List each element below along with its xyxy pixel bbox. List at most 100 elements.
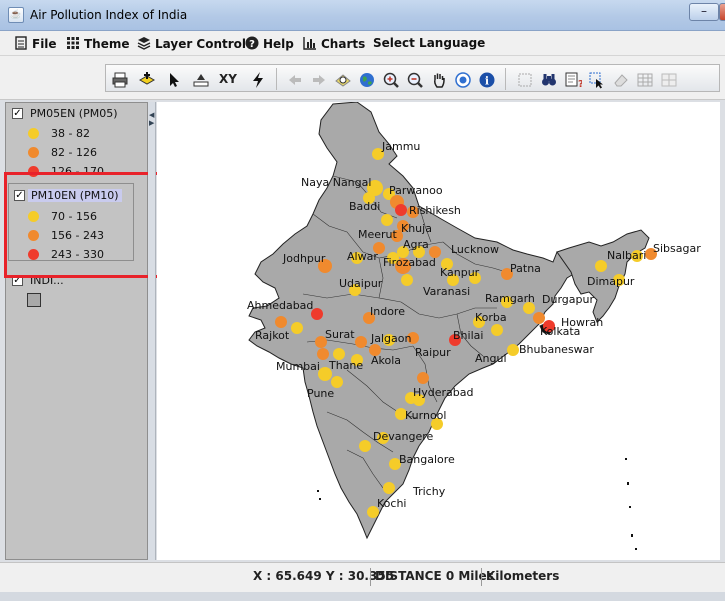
zoom-in-icon <box>383 72 399 88</box>
menu-layer-control[interactable]: Layer Control <box>137 36 246 52</box>
info-icon: i <box>479 72 495 88</box>
window-title: Air Pollution Index of India <box>30 8 188 22</box>
lightning-icon <box>253 72 263 88</box>
zoom-in-button[interactable] <box>380 68 402 90</box>
minimize-button[interactable]: – <box>689 3 719 21</box>
bar-chart-icon <box>303 37 316 50</box>
select-arrow-button[interactable] <box>586 68 608 90</box>
window-bottom-edge <box>0 592 725 601</box>
select-button[interactable] <box>514 68 536 90</box>
city-label: Naya Nangal <box>301 176 371 189</box>
measure-button[interactable] <box>190 68 212 90</box>
india-map[interactable]: Jammu Naya Nangal Parwanoo Baddi Rishike… <box>157 102 720 560</box>
city-label: Kochi <box>377 497 406 510</box>
menu-help-label: Help <box>263 37 294 51</box>
city-label: Jammu <box>381 140 420 153</box>
city-label: Sibsagar <box>653 242 701 255</box>
city-label: Nalbari <box>607 249 646 262</box>
collapse-right-icon[interactable]: ▶ <box>149 120 154 127</box>
grid-icon <box>67 37 79 49</box>
lightning-button[interactable] <box>247 68 269 90</box>
grid-icon <box>661 73 677 87</box>
city-label: Jodhpur <box>282 252 326 265</box>
help-icon: ? <box>245 36 259 50</box>
toolbar-separator <box>505 68 506 90</box>
city-label: Bangalore <box>399 453 455 466</box>
city-label: Akola <box>371 354 401 367</box>
city-label: Agra <box>403 238 429 251</box>
zoom-out-button[interactable] <box>404 68 426 90</box>
legend-swatch <box>28 147 39 158</box>
layer-legend-panel: ✓ PM05EN (PM05) 38 - 82 82 - 126 126 - 1… <box>5 102 148 560</box>
tool-strip: XY i ? <box>105 64 720 92</box>
units-selector[interactable]: Kilometers <box>486 569 559 583</box>
eraser-button[interactable] <box>610 68 632 90</box>
pan-right-button[interactable] <box>308 68 330 90</box>
city-label: Durgapur <box>542 293 594 306</box>
pointer-button[interactable] <box>163 68 185 90</box>
city-label: Thane <box>328 359 363 372</box>
find-button[interactable] <box>538 68 560 90</box>
menu-select-language[interactable]: Select Language <box>373 36 485 52</box>
panel-splitter[interactable]: ◀ ▶ <box>148 102 156 560</box>
distance-readout: DISTANCE 0 Miles <box>375 569 494 583</box>
globe-button[interactable] <box>356 68 378 90</box>
city-label: Indore <box>370 305 405 318</box>
full-globe-button[interactable] <box>452 68 474 90</box>
legend-label: 38 - 82 <box>51 127 90 140</box>
city-label: Kanpur <box>440 266 480 279</box>
india-mainland <box>248 102 578 540</box>
layers-icon <box>137 37 151 50</box>
select-arrow-icon <box>589 72 603 89</box>
menu-theme[interactable]: Theme <box>66 36 130 52</box>
query-button[interactable]: ? <box>562 68 584 90</box>
map-canvas[interactable]: Jammu Naya Nangal Parwanoo Baddi Rishike… <box>157 102 720 560</box>
layer-checkbox-pm05[interactable]: ✓ <box>12 108 23 119</box>
eraser-icon <box>614 74 628 87</box>
xy-icon: XY <box>219 72 237 86</box>
pan-left-button[interactable] <box>284 68 306 90</box>
city-label: Ramgarh <box>485 292 535 305</box>
print-button[interactable] <box>109 68 131 90</box>
hand-button[interactable] <box>428 68 450 90</box>
city-label: Bhubaneswar <box>519 343 594 356</box>
city-label: Parwanoo <box>389 184 443 197</box>
menu-select-language-label: Select Language <box>373 36 486 50</box>
legend-label: 82 - 126 <box>51 146 97 159</box>
info-button[interactable]: i <box>476 68 498 90</box>
toolbar: XY i ? <box>0 56 725 100</box>
zoom-out-icon <box>407 72 423 88</box>
print-icon <box>112 72 128 88</box>
menu-file[interactable]: File <box>14 36 57 52</box>
legend-swatch <box>27 293 41 307</box>
close-button[interactable] <box>719 3 725 21</box>
city-label: Rajkot <box>255 329 290 342</box>
city-label: Meerut <box>358 228 398 241</box>
menu-help[interactable]: ? Help <box>245 36 294 52</box>
query-icon: ? <box>565 72 584 90</box>
city-label: Patna <box>510 262 541 275</box>
svg-text:i: i <box>485 75 489 88</box>
file-icon <box>15 36 27 50</box>
city-label: Jalgaon <box>370 332 411 345</box>
zoom-extent-icon <box>335 74 351 87</box>
pointer-icon <box>170 73 179 87</box>
collapse-left-icon[interactable]: ◀ <box>149 112 154 119</box>
add-layer-button[interactable] <box>136 68 158 90</box>
toolbar-separator <box>276 68 277 90</box>
city-label: Bhilai <box>453 329 483 342</box>
layer-name-pm05[interactable]: PM05EN (PM05) <box>30 107 118 120</box>
table-button[interactable] <box>634 68 656 90</box>
highlight-box <box>4 172 161 278</box>
status-divider <box>370 568 371 586</box>
city-label: Mumbai <box>276 360 320 373</box>
city-label: Alwar <box>347 250 378 263</box>
java-cup-icon: ☕ <box>8 7 24 23</box>
xy-button[interactable]: XY <box>217 68 239 90</box>
city-label: Korba <box>475 311 507 324</box>
menu-layer-control-label: Layer Control <box>155 37 247 51</box>
grid-button[interactable] <box>658 68 680 90</box>
city-label: Pune <box>307 387 334 400</box>
zoom-extent-button[interactable] <box>332 68 354 90</box>
menu-charts[interactable]: Charts <box>303 36 365 52</box>
